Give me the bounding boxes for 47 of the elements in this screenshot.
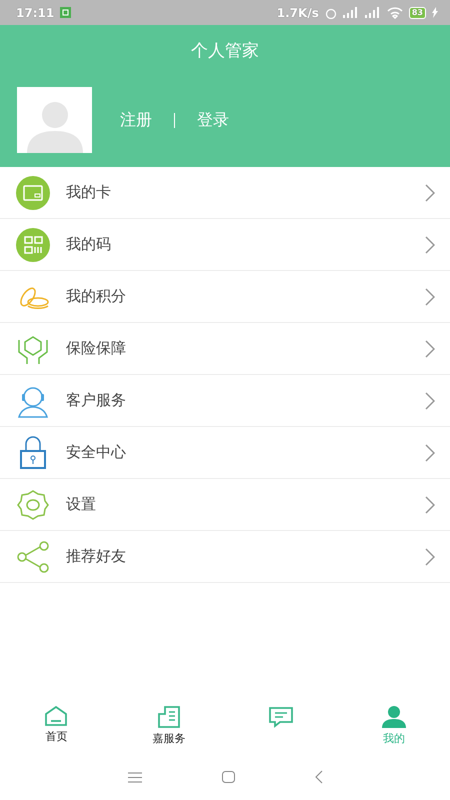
signal-icon — [342, 7, 359, 18]
back-icon[interactable] — [314, 770, 322, 784]
person-icon — [380, 706, 407, 728]
menu-item[interactable]: 安全中心 — [0, 427, 450, 479]
battery-icon: 83 — [408, 6, 426, 18]
network-speed: 1.7K/s — [276, 6, 319, 20]
nav-tab[interactable]: 嘉服务 — [112, 702, 225, 754]
menu-item[interactable]: 我的卡 — [0, 167, 450, 219]
menu-item[interactable]: 保险保障 — [0, 323, 450, 375]
nav-tab[interactable]: 首页 — [0, 702, 112, 754]
chevron-right-icon — [425, 340, 435, 358]
card-icon — [16, 176, 50, 210]
alarm-icon — [324, 6, 337, 18]
signal-icon — [364, 7, 381, 18]
menu-item[interactable]: 推荐好友 — [0, 531, 450, 583]
page-title: 个人管家 — [191, 40, 259, 62]
menu-label: 客户服务 — [66, 391, 127, 410]
menu-icon[interactable] — [128, 772, 142, 782]
chevron-right-icon — [425, 392, 435, 410]
wifi-icon — [386, 6, 403, 18]
menu-label: 推荐好友 — [66, 547, 127, 566]
settings-icon — [16, 488, 50, 522]
menu-label: 我的积分 — [66, 287, 127, 306]
menu-label: 安全中心 — [66, 443, 127, 462]
notification-icon — [60, 7, 72, 18]
menu-label: 我的卡 — [66, 183, 112, 202]
menu-item[interactable]: 我的码 — [0, 219, 450, 271]
menu-label: 设置 — [66, 495, 97, 514]
chevron-right-icon — [425, 184, 435, 202]
chevron-right-icon — [425, 288, 435, 306]
home-button-icon[interactable] — [222, 771, 234, 783]
menu-label: 我的码 — [66, 235, 112, 254]
qr-code-icon — [16, 228, 50, 262]
chevron-right-icon — [425, 548, 435, 566]
menu-label: 保险保障 — [66, 339, 127, 358]
status-time: 17:11 — [16, 6, 54, 20]
chevron-right-icon — [425, 444, 435, 462]
charging-icon — [432, 7, 438, 18]
chevron-right-icon — [425, 236, 435, 254]
home-icon — [44, 706, 68, 726]
share-icon — [16, 540, 50, 574]
menu-item[interactable]: 客户服务 — [0, 375, 450, 427]
menu-item[interactable]: 设置 — [0, 479, 450, 531]
document-icon — [156, 706, 181, 728]
chevron-right-icon — [425, 496, 435, 514]
message-icon — [268, 706, 294, 728]
menu-item[interactable]: 我的积分 — [0, 271, 450, 323]
